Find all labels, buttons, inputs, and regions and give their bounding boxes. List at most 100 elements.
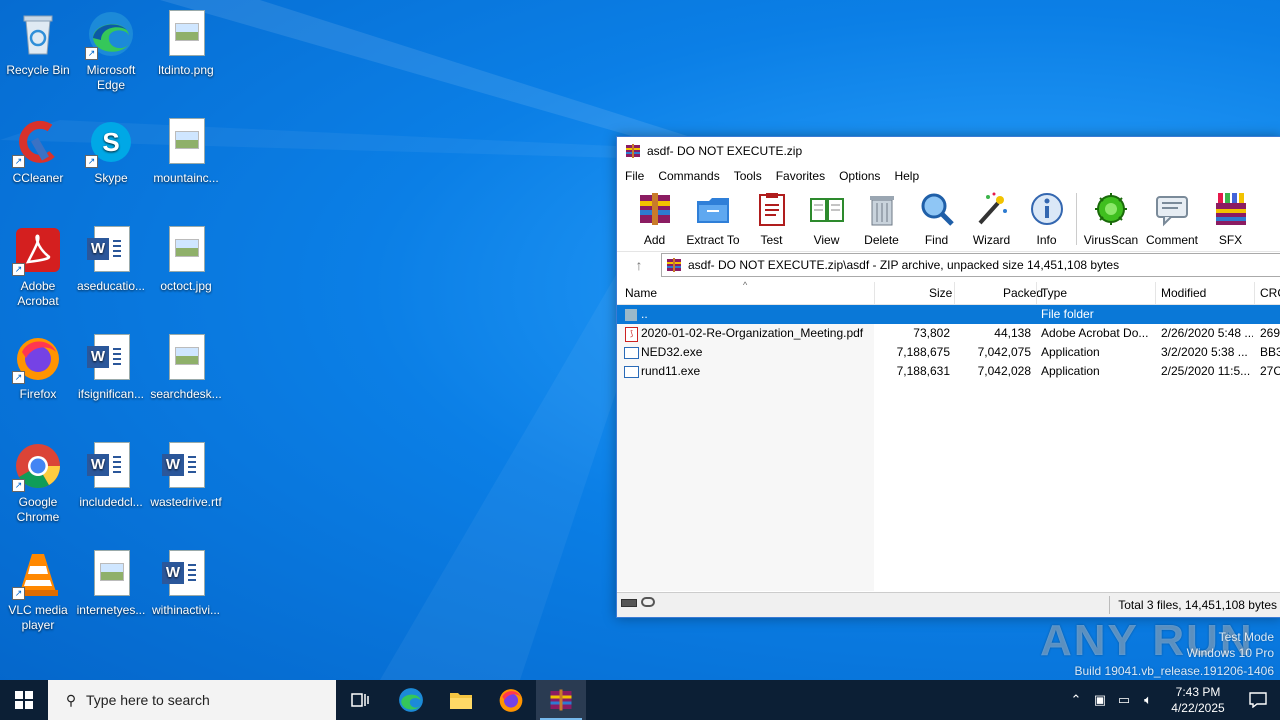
desktop-icon-recycle-bin[interactable]: Recycle Bin <box>0 6 76 110</box>
archive-icon <box>667 258 681 272</box>
test-clipboard-icon <box>758 193 785 226</box>
desktop-icon-image-file[interactable]: ltdinto.png <box>148 6 224 110</box>
test-button[interactable]: Test <box>744 189 799 247</box>
desktop-icon-label: includedcl... <box>79 495 143 509</box>
add-label: Add <box>643 233 666 247</box>
add-archive-icon <box>639 193 670 225</box>
menu-favorites[interactable]: Favorites <box>776 169 825 183</box>
info-button[interactable]: Info <box>1019 189 1074 247</box>
column-crc[interactable]: CRC <box>1260 286 1280 300</box>
file-name: 2020-01-02-Re-Organization_Meeting.pdf <box>641 326 864 340</box>
adobe-acrobat-icon: ↗ <box>12 226 62 276</box>
menu-tools[interactable]: Tools <box>734 169 762 183</box>
column-name[interactable]: Name <box>625 286 657 300</box>
word-document-icon: W <box>162 550 210 598</box>
view-label: View <box>813 233 840 247</box>
desktop-icon-label: Microsoft Edge <box>86 63 136 92</box>
path-field[interactable]: asdf- DO NOT EXECUTE.zip\asdf - ZIP arch… <box>661 253 1280 277</box>
file-row-parent-folder[interactable]: .. File folder <box>617 305 1280 324</box>
desktop-icon-label: Firefox <box>19 387 57 401</box>
column-type[interactable]: Type <box>1041 286 1067 300</box>
image-file-icon <box>162 10 210 58</box>
file-type: Application <box>1041 345 1100 359</box>
desktop-icon-word-doc[interactable]: W withinactivi... <box>148 546 224 650</box>
file-row[interactable]: ⟆ 2020-01-02-Re-Organization_Meeting.pdf… <box>617 324 1280 343</box>
shortcut-arrow-icon: ↗ <box>12 587 25 600</box>
key-lock-icon[interactable] <box>641 597 655 607</box>
desktop-icon-word-doc[interactable]: W wastedrive.rtf <box>148 438 224 542</box>
taskbar-firefox[interactable] <box>486 680 536 720</box>
file-packed: 7,042,075 <box>977 345 1031 359</box>
winrar-window: asdf- DO NOT EXECUTE.zip File Commands T… <box>616 136 1280 618</box>
taskbar-file-explorer[interactable] <box>436 680 486 720</box>
desktop-icon-adobe-acrobat[interactable]: ↗ Adobe Acrobat <box>0 222 76 326</box>
add-button[interactable]: Add <box>627 189 682 247</box>
taskbar-edge[interactable] <box>386 680 436 720</box>
desktop-icon-word-doc[interactable]: W includedcl... <box>73 438 149 542</box>
desktop-icon-word-doc[interactable]: W ifsignifican... <box>73 330 149 434</box>
wizard-button[interactable]: Wizard <box>964 189 1019 247</box>
image-file-icon <box>162 118 210 166</box>
task-view-button[interactable] <box>336 680 386 720</box>
image-file-icon <box>162 226 210 274</box>
svg-text:S: S <box>102 127 119 157</box>
winrar-app-icon <box>550 689 572 711</box>
volume-icon[interactable]: 🔈︎ <box>1136 692 1160 708</box>
menu-options[interactable]: Options <box>839 169 880 183</box>
virusscan-button[interactable]: VirusScan <box>1081 189 1141 247</box>
taskbar-winrar[interactable] <box>536 680 586 720</box>
desktop-icon-image-file[interactable]: mountainc... <box>148 114 224 218</box>
sfx-archive-icon <box>1215 193 1246 225</box>
view-button[interactable]: View <box>799 189 854 247</box>
window-title: asdf- DO NOT EXECUTE.zip <box>647 144 803 158</box>
virusscan-label: VirusScan <box>1083 233 1139 247</box>
desktop-icon-skype[interactable]: S ↗ Skype <box>73 114 149 218</box>
file-packed: 7,042,028 <box>977 364 1031 378</box>
network-icon[interactable]: ▭ <box>1112 692 1136 708</box>
file-type: Adobe Acrobat Do... <box>1041 326 1149 340</box>
desktop-icon-microsoft-edge[interactable]: ↗ Microsoft Edge <box>73 6 149 110</box>
file-name: rund11.exe <box>641 364 701 378</box>
column-size[interactable]: Size <box>929 286 952 300</box>
virus-scan-icon <box>1095 193 1127 225</box>
extract-to-button[interactable]: Extract To <box>682 189 744 247</box>
file-modified: 2/25/2020 11:5... <box>1161 364 1251 378</box>
file-name: .. <box>641 307 648 321</box>
sort-ascending-icon: ^ <box>743 280 748 290</box>
chrome-icon: ↗ <box>12 442 62 492</box>
notification-button[interactable] <box>1236 680 1280 720</box>
desktop-icon-ccleaner[interactable]: ↗ CCleaner <box>0 114 76 218</box>
file-crc: BB3 <box>1260 345 1280 359</box>
find-button[interactable]: Find <box>909 189 964 247</box>
desktop-icon-word-doc[interactable]: W aseducatio... <box>73 222 149 326</box>
windows-edition-text: Windows 10 Pro <box>1186 646 1274 660</box>
menu-commands[interactable]: Commands <box>658 169 719 183</box>
window-titlebar[interactable]: asdf- DO NOT EXECUTE.zip <box>617 137 1280 165</box>
desktop-icon-image-file[interactable]: searchdesk... <box>148 330 224 434</box>
menu-file[interactable]: File <box>625 169 644 183</box>
toolbar: Add Extract To Test View Delete Find Wiz… <box>617 187 1280 251</box>
desktop-icon-image-file[interactable]: octoct.jpg <box>148 222 224 326</box>
delete-button[interactable]: Delete <box>854 189 909 247</box>
comment-button[interactable]: Comment <box>1141 189 1203 247</box>
column-packed[interactable]: Packed <box>1003 286 1043 300</box>
start-button[interactable] <box>0 680 48 720</box>
desktop-icon-image-file[interactable]: internetyes... <box>73 546 149 650</box>
task-view-icon <box>351 693 369 707</box>
taskbar-search-box[interactable]: ⚲ Type here to search <box>48 680 336 720</box>
column-modified[interactable]: Modified <box>1161 286 1206 300</box>
file-row[interactable]: rund11.exe 7,188,631 7,042,028 Applicati… <box>617 362 1280 381</box>
desktop-icon-firefox[interactable]: ↗ Firefox <box>0 330 76 434</box>
device-icon[interactable]: ▣ <box>1088 692 1112 708</box>
drive-icon[interactable] <box>621 599 637 607</box>
image-file-icon <box>162 334 210 382</box>
chevron-up-icon[interactable]: ⌃ <box>1064 692 1088 708</box>
shortcut-arrow-icon: ↗ <box>12 155 25 168</box>
clock[interactable]: 7:43 PM 4/22/2025 <box>1160 684 1236 716</box>
menu-help[interactable]: Help <box>894 169 919 183</box>
sfx-button[interactable]: SFX <box>1203 189 1258 247</box>
desktop-icon-vlc[interactable]: ↗ VLC media player <box>0 546 76 650</box>
file-row[interactable]: NED32.exe 7,188,675 7,042,075 Applicatio… <box>617 343 1280 362</box>
up-one-level-icon[interactable]: ↑ <box>617 257 661 273</box>
desktop-icon-google-chrome[interactable]: ↗ Google Chrome <box>0 438 76 542</box>
